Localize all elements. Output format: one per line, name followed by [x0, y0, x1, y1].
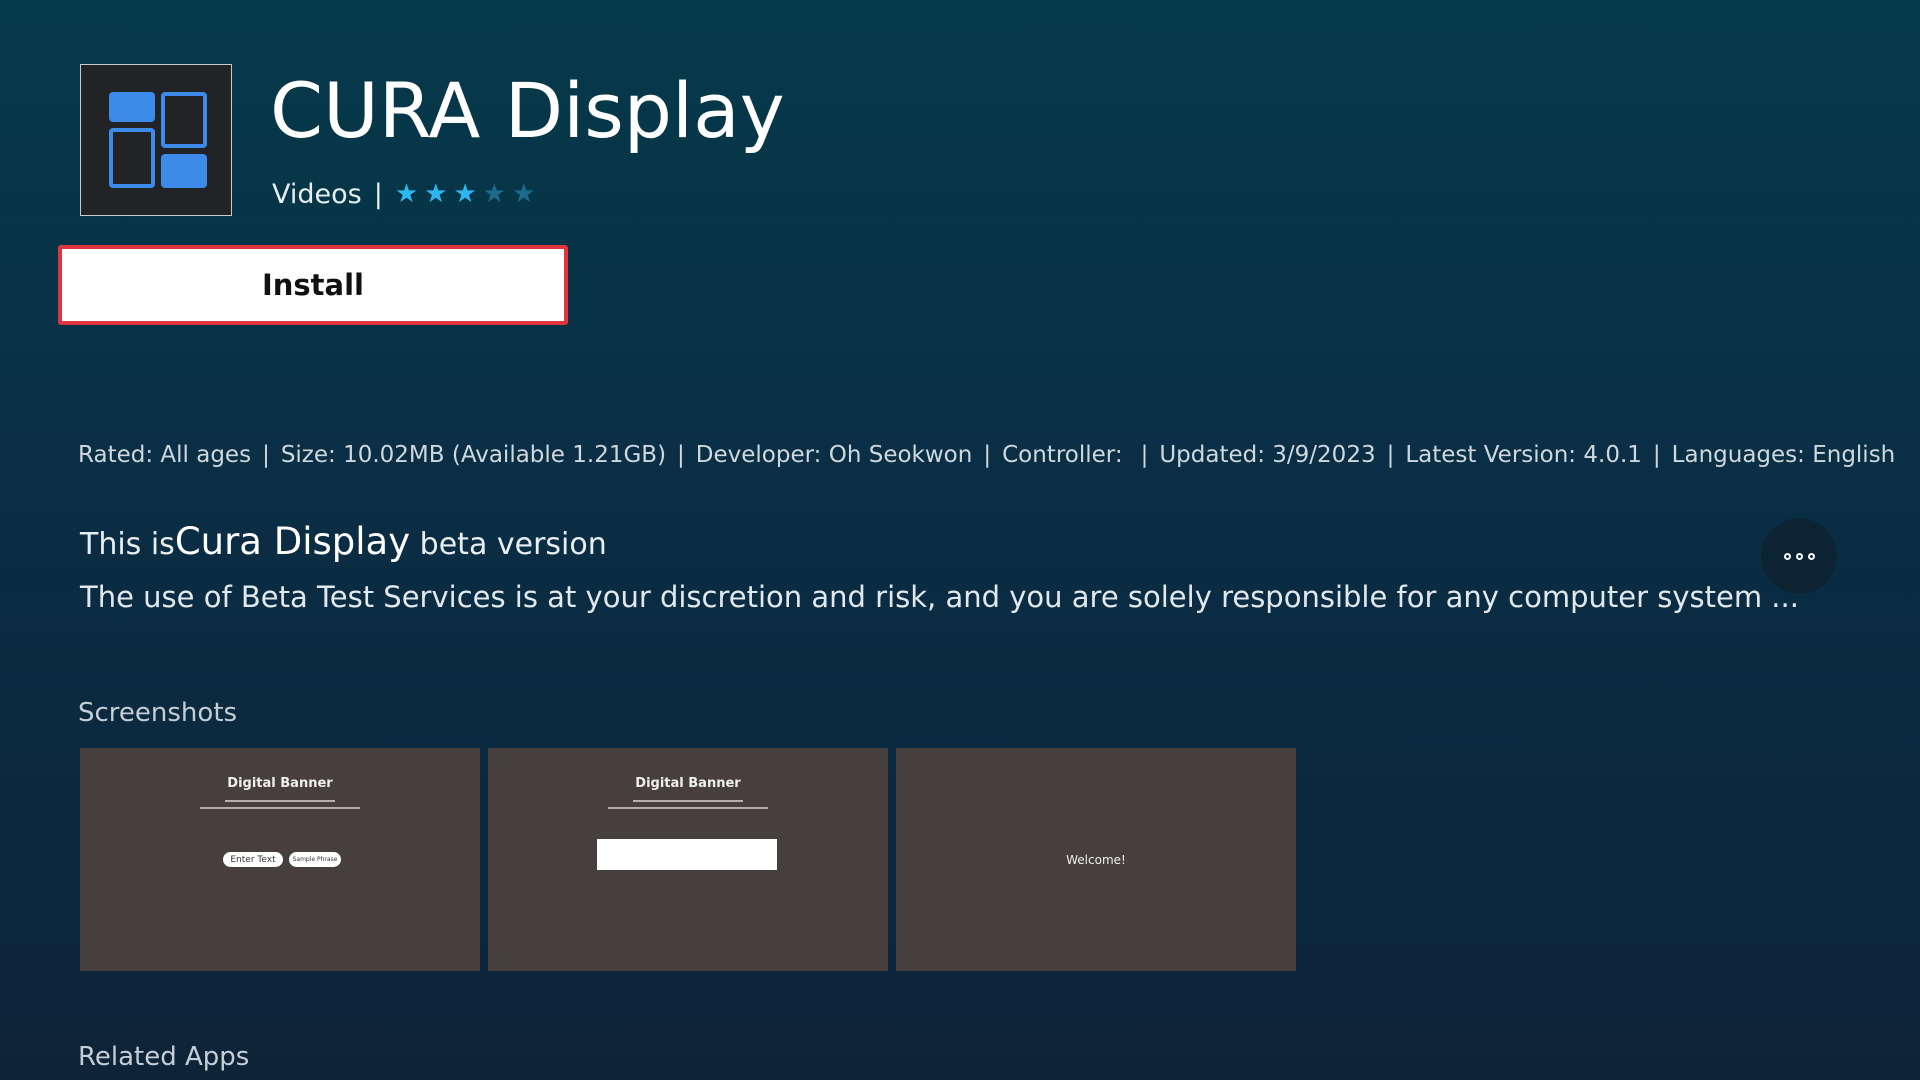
- screenshot-text-line: [225, 800, 335, 802]
- screenshot-thumbnail[interactable]: Digital Banner: [488, 748, 888, 971]
- meta-separator: |: [373, 178, 383, 210]
- screenshot-thumbnail[interactable]: Digital Banner Enter Text Sample Phrase: [80, 748, 480, 971]
- rating-stars: ★ ★ ★ ★ ★: [395, 181, 536, 207]
- icon-tile-bottom-left: [109, 128, 155, 188]
- star-empty-icon: ★: [482, 179, 507, 209]
- app-icon: [80, 64, 232, 216]
- screenshot-title: Digital Banner: [227, 776, 333, 791]
- info-controller: Controller:: [1002, 442, 1123, 468]
- info-separator: |: [262, 442, 270, 468]
- info-separator: |: [1140, 442, 1149, 468]
- screenshot-text-input: [597, 839, 777, 870]
- app-category: Videos: [272, 178, 362, 210]
- more-options-icon: [1795, 552, 1803, 560]
- description-prefix: This is: [80, 527, 175, 562]
- info-separator: |: [1652, 442, 1661, 468]
- install-button[interactable]: Install: [58, 245, 568, 325]
- info-separator: |: [677, 442, 685, 468]
- app-title: CURA Display: [270, 66, 785, 155]
- info-languages: Languages: English: [1671, 442, 1896, 468]
- app-meta: Videos | ★ ★ ★ ★ ★: [272, 176, 535, 212]
- star-filled-icon: ★: [394, 179, 419, 209]
- app-info-line: Rated: All ages | Size: 10.02MB (Availab…: [78, 442, 1895, 468]
- screenshot-caption: Welcome!: [1066, 852, 1126, 867]
- description-title: This is Cura Display beta version: [80, 520, 607, 563]
- screenshot-button: Sample Phrase: [289, 852, 341, 867]
- screenshots-heading: Screenshots: [78, 698, 238, 728]
- more-options-icon: [1807, 552, 1815, 560]
- screenshot-title: Digital Banner: [635, 776, 741, 791]
- star-empty-icon: ★: [512, 179, 536, 209]
- info-rated: Rated: All ages: [78, 442, 252, 468]
- icon-tile-bottom-right: [161, 154, 207, 188]
- screenshot-text-line: [200, 807, 360, 809]
- info-separator: |: [1386, 442, 1395, 468]
- info-updated: Updated: 3/9/2023: [1159, 442, 1376, 468]
- info-separator: |: [983, 442, 992, 468]
- related-apps-heading: Related Apps: [78, 1042, 250, 1072]
- more-options-button[interactable]: [1761, 518, 1837, 594]
- screenshot-thumbnail[interactable]: Welcome!: [896, 748, 1296, 971]
- description-suffix: beta version: [410, 527, 607, 562]
- info-size: Size: 10.02MB (Available 1.21GB): [280, 442, 667, 468]
- screenshot-text-line: [608, 807, 768, 809]
- description-app-name: Cura Display: [174, 520, 411, 563]
- screenshot-text-line: [633, 800, 743, 802]
- info-developer: Developer: Oh Seokwon: [695, 442, 973, 468]
- info-version: Latest Version: 4.0.1: [1405, 442, 1642, 468]
- star-filled-icon: ★: [453, 179, 477, 209]
- more-options-icon: [1783, 552, 1791, 560]
- screenshot-button: Enter Text: [223, 852, 283, 867]
- icon-tile-top-right: [161, 92, 207, 148]
- star-filled-icon: ★: [424, 179, 448, 209]
- icon-tile-top-left: [109, 92, 155, 122]
- description-body: The use of Beta Test Services is at your…: [80, 580, 1799, 614]
